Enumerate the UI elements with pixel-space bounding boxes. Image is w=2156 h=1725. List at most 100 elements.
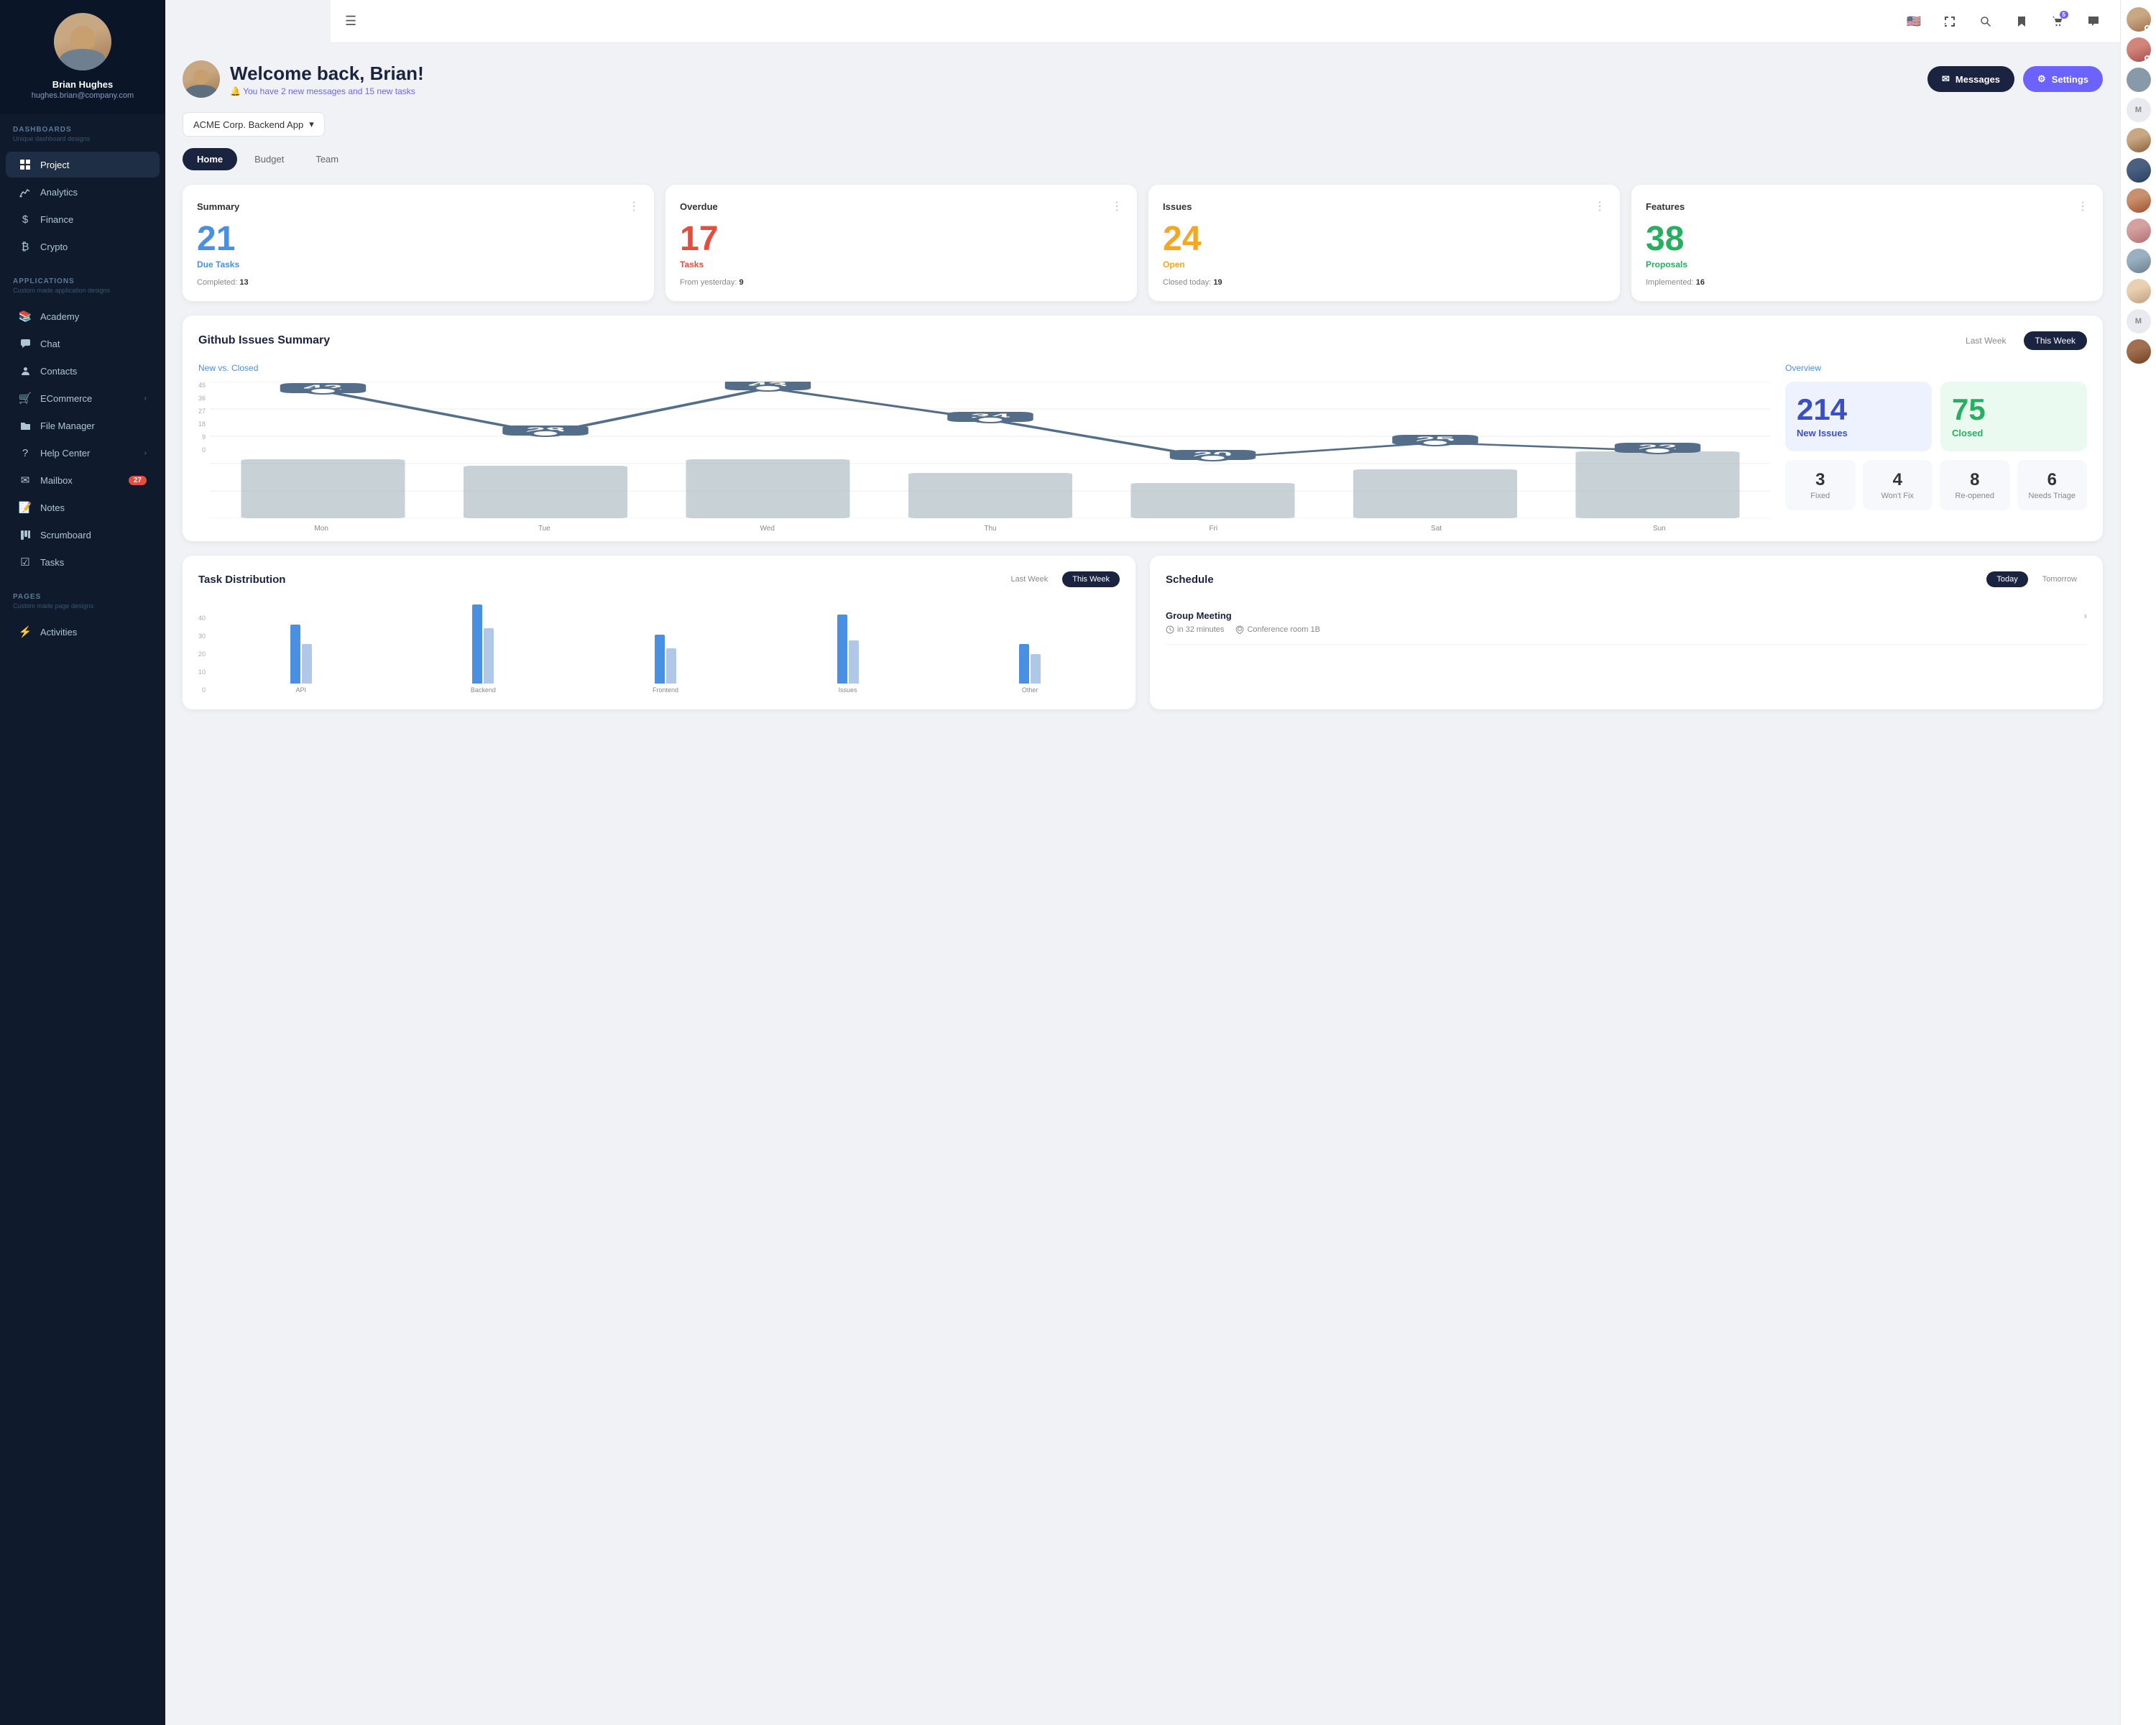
task-dist-last-week-btn[interactable]: Last Week (1000, 571, 1058, 587)
right-avatar-10[interactable] (2127, 279, 2151, 303)
sidebar-item-tasks[interactable]: ☑ Tasks (6, 549, 160, 575)
sidebar-item-label-chat: Chat (40, 339, 60, 349)
fullscreen-icon[interactable] (1938, 9, 1962, 34)
mini-stat-needstriage: 6 Needs Triage (2017, 460, 2088, 510)
cart-topnav-icon[interactable]: 5 (2045, 9, 2070, 34)
github-chart-svg: 42 28 43 34 20 (210, 382, 1771, 518)
closed-issues-label: Closed (1952, 428, 2076, 438)
sidebar-item-scrumboard[interactable]: Scrumboard (6, 522, 160, 548)
user-avatar (54, 13, 111, 70)
github-overview-area: Overview 214 New Issues 75 Closed (1785, 363, 2087, 525)
mini-stat-num-needstriage: 6 (2024, 470, 2081, 490)
sidebar-item-finance[interactable]: $ Finance (6, 206, 160, 232)
person-icon (19, 364, 32, 377)
bottom-grid: Task Distribution Last Week This Week 40… (183, 556, 2103, 724)
right-avatar-6[interactable] (2127, 158, 2151, 183)
chart-x-labels: Mon Tue Wed Thu Fri Sat Sun (210, 525, 1771, 533)
stat-meta-summary: Completed: 13 (197, 278, 640, 287)
ecommerce-arrow-icon: › (144, 395, 147, 402)
github-week-toggle: Last Week This Week (1954, 331, 2087, 350)
tomorrow-btn[interactable]: Tomorrow (2032, 571, 2087, 587)
right-avatar-7[interactable] (2127, 188, 2151, 213)
mini-stat-reopened: 8 Re-opened (1940, 460, 2010, 510)
tab-home[interactable]: Home (183, 148, 237, 170)
stat-number-issues: 24 (1163, 222, 1606, 257)
note-icon: 📝 (19, 501, 32, 514)
coin-icon: ₿ (19, 240, 32, 253)
mini-stat-num-reopened: 8 (1947, 470, 2003, 490)
sidebar-item-label-mailbox: Mailbox (40, 475, 73, 486)
sidebar: Brian Hughes hughes.brian@company.com DA… (0, 0, 165, 1725)
right-avatar-3[interactable] (2127, 68, 2151, 92)
mini-stat-fixed: 3 Fixed (1785, 460, 1856, 510)
stat-label-features: Proposals (1646, 259, 2088, 270)
board-icon (19, 528, 32, 541)
settings-button[interactable]: ⚙ Settings (2023, 66, 2103, 92)
stat-meta-features: Implemented: 16 (1646, 278, 2088, 287)
task-icon: ☑ (19, 556, 32, 569)
schedule-time: in 32 minutes (1166, 625, 1224, 634)
section-label-pages: PAGES (13, 593, 152, 601)
right-avatar-12[interactable] (2127, 339, 2151, 364)
stat-card-menu-features[interactable]: ⋮ (2077, 199, 2088, 213)
stat-number-features: 38 (1646, 222, 2088, 257)
right-avatar-m1[interactable]: M (2127, 98, 2151, 122)
sidebar-item-filemanager[interactable]: File Manager (6, 413, 160, 438)
stat-card-menu-issues[interactable]: ⋮ (1594, 199, 1606, 213)
github-this-week-btn[interactable]: This Week (2024, 331, 2087, 350)
search-icon[interactable] (1973, 9, 1998, 34)
right-avatar-m2[interactable]: M (2127, 309, 2151, 334)
right-avatar-2[interactable] (2127, 37, 2151, 62)
help-icon: ? (19, 446, 32, 459)
folder-icon (19, 419, 32, 432)
sidebar-item-crypto[interactable]: ₿ Crypto (6, 234, 160, 259)
stat-label-summary: Due Tasks (197, 259, 640, 270)
right-avatar-5[interactable] (2127, 128, 2151, 152)
project-selector[interactable]: ACME Corp. Backend App ▾ (183, 112, 325, 137)
chart-day-sun: Sun (1548, 525, 1771, 533)
schedule-item-title-text: Group Meeting (1166, 610, 1232, 621)
hamburger-menu[interactable]: ☰ (345, 14, 356, 29)
overview-subtitle: Overview (1785, 363, 2087, 373)
mini-stats-grid: 3 Fixed 4 Won't Fix 8 Re-opened (1785, 460, 2087, 510)
sidebar-item-analytics[interactable]: Analytics (6, 179, 160, 205)
sidebar-item-chat[interactable]: Chat (6, 331, 160, 356)
page-title: Welcome back, Brian! (230, 63, 424, 85)
schedule-arrow-icon[interactable]: › (2084, 610, 2087, 621)
header-avatar (183, 60, 220, 98)
task-dist-chart: 403020100 API (198, 600, 1120, 694)
tab-team[interactable]: Team (301, 148, 353, 170)
sidebar-item-activities[interactable]: ⚡ Activities (6, 619, 160, 645)
sidebar-item-project[interactable]: Project (6, 152, 160, 178)
settings-button-label: Settings (2052, 74, 2088, 85)
stat-number-summary: 21 (197, 222, 640, 257)
sidebar-item-mailbox[interactable]: ✉ Mailbox 27 (6, 467, 160, 493)
sidebar-item-academy[interactable]: 📚 Academy (6, 303, 160, 329)
sidebar-item-label-contacts: Contacts (40, 366, 77, 377)
stat-card-menu-overdue[interactable]: ⋮ (1111, 199, 1123, 213)
dollar-icon: $ (19, 213, 32, 226)
chart-day-mon: Mon (210, 525, 433, 533)
right-avatar-1[interactable] (2127, 7, 2151, 32)
chart-day-wed: Wed (656, 525, 879, 533)
today-btn[interactable]: Today (1986, 571, 2027, 587)
right-sidebar: M M (2120, 0, 2156, 1725)
stat-card-menu-summary[interactable]: ⋮ (628, 199, 640, 213)
schedule-item-group-meeting: Group Meeting › in 32 minutes (1166, 600, 2087, 645)
sidebar-item-ecommerce[interactable]: 🛒 ECommerce › (6, 385, 160, 411)
right-avatar-8[interactable] (2127, 218, 2151, 243)
task-dist-this-week-btn[interactable]: This Week (1062, 571, 1120, 587)
new-issues-number: 214 (1797, 395, 1920, 425)
messages-topnav-icon[interactable] (2081, 9, 2106, 34)
messages-button[interactable]: ✉ Messages (1927, 66, 2014, 92)
github-last-week-btn[interactable]: Last Week (1954, 331, 2017, 350)
sidebar-item-notes[interactable]: 📝 Notes (6, 494, 160, 520)
chart-day-tue: Tue (433, 525, 655, 533)
right-avatar-9[interactable] (2127, 249, 2151, 273)
section-label-applications: APPLICATIONS (13, 277, 152, 285)
language-flag[interactable]: 🇺🇸 (1902, 9, 1926, 34)
sidebar-item-helpcenter[interactable]: ? Help Center › (6, 440, 160, 466)
bookmark-icon[interactable] (2009, 9, 2034, 34)
tab-budget[interactable]: Budget (240, 148, 298, 170)
sidebar-item-contacts[interactable]: Contacts (6, 358, 160, 384)
